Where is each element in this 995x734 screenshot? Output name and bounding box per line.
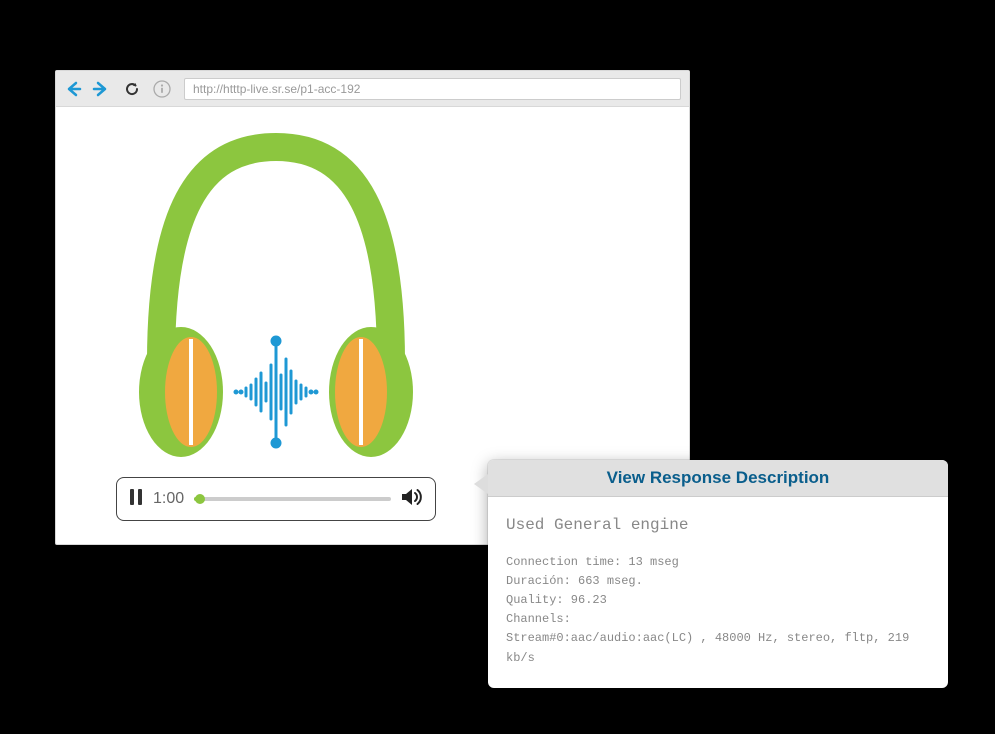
headphones-image — [116, 127, 436, 457]
audio-player: 1:00 — [116, 477, 436, 521]
browser-toolbar: http://htttp-live.sr.se/p1-acc-192 — [56, 71, 689, 107]
back-button[interactable] — [64, 79, 84, 99]
time-display: 1:00 — [153, 490, 184, 508]
tooltip-header: View Response Description — [488, 460, 948, 497]
engine-line: Used General engine — [506, 513, 930, 539]
connection-time: Connection time: 13 mseg — [506, 553, 930, 572]
duracion: Duración: 663 mseg. — [506, 572, 930, 591]
quality: Quality: 96.23 — [506, 591, 930, 610]
info-icon — [152, 79, 172, 99]
url-text: http://htttp-live.sr.se/p1-acc-192 — [193, 82, 360, 96]
tooltip-body: Used General engine Connection time: 13 … — [488, 497, 948, 688]
response-tooltip: View Response Description Used General e… — [488, 460, 948, 688]
pause-button[interactable] — [129, 488, 143, 511]
url-bar[interactable]: http://htttp-live.sr.se/p1-acc-192 — [184, 78, 681, 100]
tooltip-arrow-icon — [474, 474, 488, 494]
volume-button[interactable] — [401, 487, 423, 512]
forward-button[interactable] — [90, 79, 110, 99]
channels: Channels: — [506, 610, 930, 629]
progress-fill — [194, 497, 200, 501]
stream: Stream#0:aac/audio:aac(LC) , 48000 Hz, s… — [506, 629, 930, 667]
progress-bar[interactable] — [194, 497, 391, 501]
reload-button[interactable] — [122, 79, 142, 99]
